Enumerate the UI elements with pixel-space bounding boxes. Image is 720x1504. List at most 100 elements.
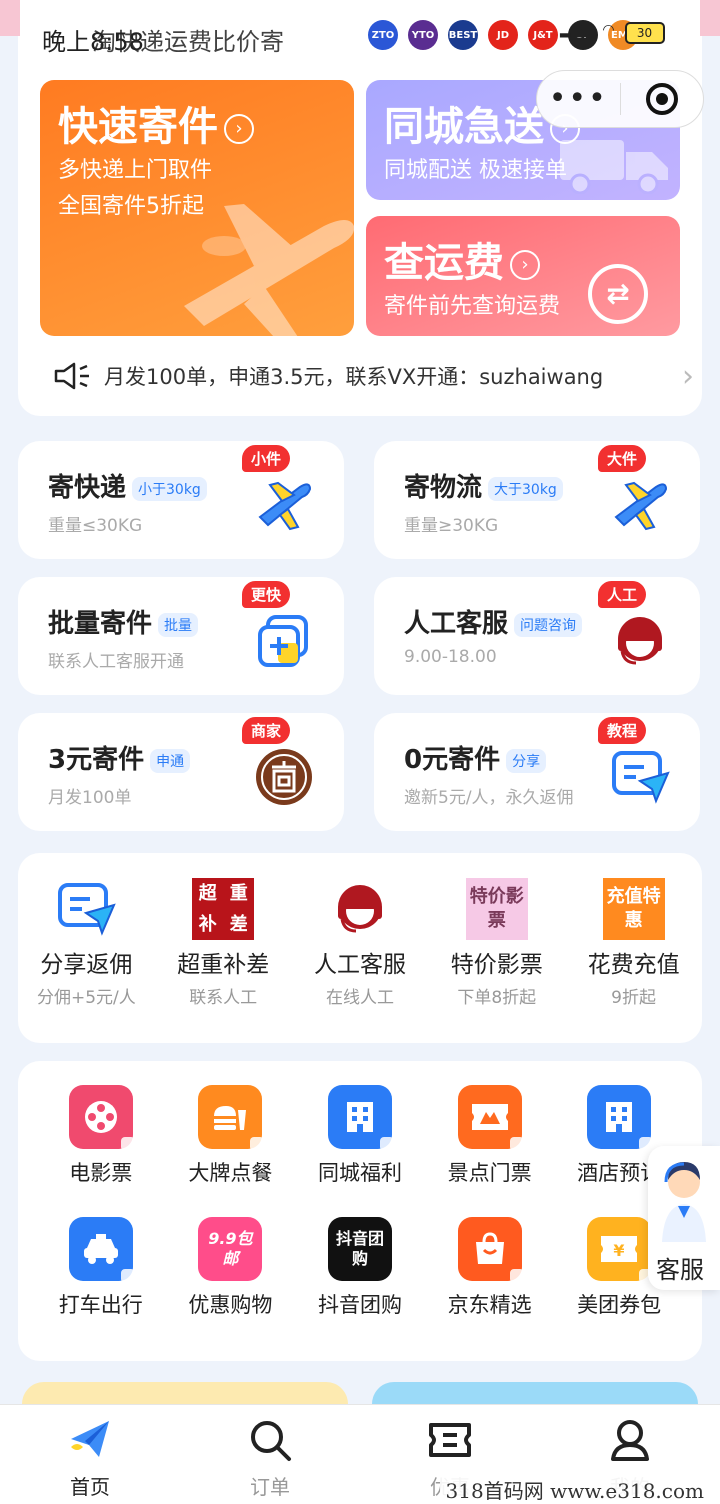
city-express-sub: 同城配送 极速接单 (384, 158, 567, 183)
agent-avatar-icon (662, 1162, 706, 1242)
quick-access-section: 分享返佣 分佣+5元/人 超重补差 超重补差 联系人工 人工客服 在线人工 特价… (18, 853, 702, 1043)
grid-label: 抖音团购 (317, 1293, 402, 1317)
service-tag: 批量 (158, 612, 199, 637)
carrier-logo: ZTO (368, 20, 398, 50)
grid-item-city-welfare[interactable]: 同城福利 (295, 1085, 425, 1187)
service-sub: 联系人工客服开通 (48, 652, 184, 672)
grid-item-movie[interactable]: 电影票 (36, 1085, 166, 1187)
grid-label: 京东精选 (447, 1293, 532, 1317)
service-tag: 问题咨询 (514, 612, 583, 637)
watermark: 318首码网 www.e318.com (439, 1475, 710, 1504)
quick-item-phone-recharge[interactable]: 充值特惠 花费充值 9折起 (569, 877, 699, 1008)
quick-label: 超重补差 (177, 952, 270, 978)
service-card-3yuan-send[interactable]: 3元寄件 申通 月发100单 商家 (18, 713, 344, 831)
grid-label: 美团券包 (577, 1293, 662, 1317)
check-fee-sub: 寄件前先查询运费 (384, 294, 561, 319)
service-title: 0元寄件 (404, 745, 501, 775)
grid-label: 优惠购物 (188, 1293, 273, 1317)
airplane-icon (258, 481, 312, 531)
icon-char: 差 (229, 913, 248, 935)
speaker-icon (54, 362, 89, 390)
battery-icon: 30 (624, 22, 665, 44)
arrow-right-icon: › (510, 250, 540, 280)
signal-icon: ▂▄▆ (560, 22, 593, 38)
quick-sub: 联系人工 (189, 988, 258, 1008)
shopping-bag-icon (457, 1217, 524, 1283)
city-express-title: 同城急送 (384, 104, 544, 150)
fast-send-banner[interactable]: 快速寄件 › 多快递上门取件 全国寄件5折起 (40, 80, 354, 336)
chevron-right-icon: › (682, 358, 694, 394)
grid-item-scenic-tickets[interactable]: 景点门票 (425, 1085, 555, 1187)
grid-item-taxi[interactable]: 打车出行 (36, 1217, 166, 1319)
grid-label: 景点门票 (447, 1161, 532, 1185)
icon-char: 重 (229, 882, 248, 904)
quick-item-customer-service[interactable]: 人工客服 在线人工 (295, 877, 425, 1008)
quick-sub: 在线人工 (325, 988, 394, 1008)
service-card-customer-service[interactable]: 人工客服 问题咨询 9.00-18.00 人工 (374, 577, 700, 695)
grid-label: 电影票 (69, 1161, 133, 1185)
burger-icon (198, 1085, 265, 1151)
tab-label: 首页 (70, 1475, 110, 1499)
fast-send-title: 快速寄件 (58, 104, 218, 150)
film-reel-icon (68, 1085, 135, 1151)
service-title: 寄快递 (48, 473, 127, 503)
airplane-icon (614, 481, 668, 531)
share-icon (612, 751, 670, 804)
douyin-group-icon: 抖音团购 (327, 1217, 392, 1281)
arrow-right-icon: › (224, 114, 254, 144)
grid-item-jd-select[interactable]: 京东精选 (425, 1217, 555, 1319)
grid-item-douyin-group[interactable]: 抖音团购 抖音团购 (295, 1217, 425, 1319)
quick-sub: 9折起 (611, 988, 656, 1008)
service-badge: 教程 (597, 717, 646, 744)
user-icon (611, 1420, 649, 1461)
headset-agent-icon (618, 617, 662, 665)
more-menu-button[interactable]: ••• (537, 84, 620, 114)
service-sub: 重量≤30KG (48, 516, 143, 536)
app-title: 淘快递运费比价寄 (92, 28, 284, 56)
service-card-batch-send[interactable]: 批量寄件 批量 联系人工客服开通 更快 (18, 577, 344, 695)
discount-shopping-icon: 9.9包邮 (198, 1217, 263, 1281)
quick-label: 分享返佣 (40, 952, 133, 978)
service-card-0yuan-send[interactable]: 0元寄件 分享 邀新5元/人，永久返佣 教程 (374, 713, 700, 831)
grid-item-food[interactable]: 大牌点餐 (166, 1085, 296, 1187)
service-tag: 小于30kg (132, 476, 207, 501)
tab-home[interactable]: 首页 (0, 1405, 180, 1504)
paper-plane-icon (71, 1421, 109, 1457)
carrier-logo: J&T (528, 20, 558, 50)
carrier-logo: JD (488, 20, 518, 50)
movie-ticket-icon: 特价影票 (465, 878, 528, 940)
close-icon (645, 83, 678, 115)
service-badge: 人工 (597, 581, 646, 608)
coupon-icon: ¥ (587, 1217, 654, 1283)
coupon-icon (429, 1423, 471, 1457)
close-miniprogram-button[interactable] (621, 83, 704, 115)
carrier-logo: YTO (408, 20, 438, 50)
service-card-send-express[interactable]: 寄快递 小于30kg 重量≤30KG 小件 (18, 441, 344, 559)
quick-item-share-rebate[interactable]: 分享返佣 分佣+5元/人 (21, 877, 151, 1008)
wifi-icon: ◠ (602, 22, 615, 38)
floating-service-label: 客服 (656, 1256, 704, 1284)
share-icon (58, 883, 117, 936)
quick-item-movie-tickets[interactable]: 特价影票 特价影票 下单8折起 (432, 877, 562, 1008)
service-tag: 分享 (506, 748, 547, 773)
service-title: 批量寄件 (48, 609, 153, 639)
service-title: 3元寄件 (48, 745, 145, 775)
merchant-icon (256, 749, 312, 805)
check-fee-title: 查运费 (384, 240, 504, 286)
carrier-logo: BEST (448, 20, 478, 50)
service-tag: 申通 (150, 748, 191, 773)
service-card-send-freight[interactable]: 寄物流 大于30kg 重量≥30KG 大件 (374, 441, 700, 559)
service-tag: 大于30kg (488, 476, 563, 501)
check-fee-banner[interactable]: ⇄ 查运费 › 寄件前先查询运费 (366, 216, 680, 336)
service-title: 人工客服 (404, 609, 509, 639)
hotel-icon (587, 1085, 654, 1151)
notice-bar[interactable]: 月发100单，申通3.5元，联系VX开通：suzhaiwang › (54, 356, 694, 396)
service-badge: 更快 (241, 581, 290, 608)
miniprogram-capsule: ••• (536, 70, 704, 128)
floating-customer-service-button[interactable]: 客服 (648, 1146, 720, 1290)
quick-label: 特价影票 (450, 952, 543, 978)
system-icons: ▂▄▆ ◠ 30 (560, 22, 665, 44)
quick-item-overweight[interactable]: 超重补差 超重补差 联系人工 (158, 877, 288, 1008)
grid-item-discount-shopping[interactable]: 9.9包邮 优惠购物 (166, 1217, 296, 1319)
tab-orders[interactable]: 订单 (180, 1405, 360, 1504)
